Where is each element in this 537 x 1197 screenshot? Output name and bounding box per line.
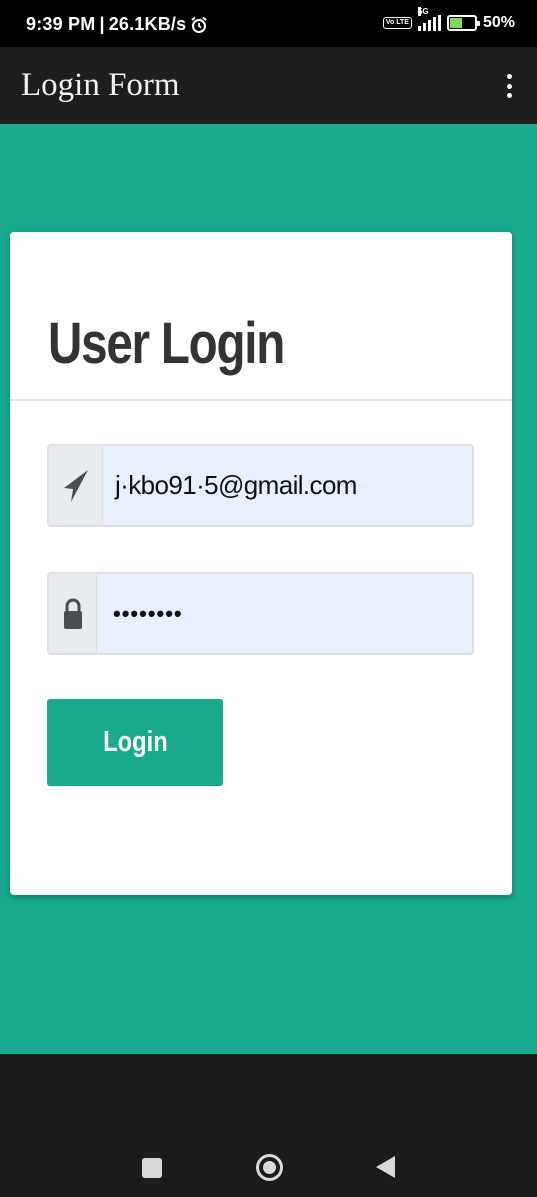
password-input[interactable]: ••••••••: [113, 574, 472, 653]
login-button[interactable]: Login: [47, 699, 223, 786]
system-nav-bar: [0, 1054, 537, 1197]
login-button-label: Login: [102, 726, 168, 758]
triangle-back-icon[interactable]: [376, 1156, 395, 1178]
password-value: ••••••••: [113, 600, 183, 626]
square-recents-icon[interactable]: [142, 1158, 162, 1178]
lock-icon: [63, 598, 82, 629]
login-heading: User Login: [48, 311, 285, 376]
volte-badge: Vo LTE: [382, 17, 412, 29]
email-value: j·kbo91·5@gmail.com: [115, 470, 357, 500]
login-card: User Login j·kbo91·5@gmail.com ••••••••: [10, 232, 512, 895]
paper-plane-icon: [63, 469, 88, 502]
status-right: Vo LTE 5G 50%: [382, 7, 515, 32]
network-type: 5G: [417, 7, 429, 16]
signal-icon: 5G: [417, 7, 441, 31]
divider: [10, 399, 512, 401]
status-separator: |: [99, 14, 105, 34]
alarm-clock-icon: [191, 16, 207, 33]
status-bar: 9:39 PM | 26.1KB/s Vo LTE 5G 50%: [0, 0, 537, 47]
battery-charging-icon: [446, 15, 480, 31]
email-field[interactable]: j·kbo91·5@gmail.com: [47, 444, 474, 527]
battery-percent: 50%: [482, 14, 515, 31]
email-input[interactable]: j·kbo91·5@gmail.com: [115, 446, 472, 525]
password-icon-box: [49, 574, 97, 653]
password-field[interactable]: ••••••••: [47, 572, 474, 655]
app-bar: Login Form: [0, 47, 537, 124]
status-net-speed: 26.1KB/s: [108, 14, 187, 34]
app-title: Login Form: [21, 67, 180, 103]
circle-home-icon[interactable]: [256, 1154, 283, 1181]
status-time: 9:39 PM: [26, 14, 96, 34]
overflow-menu-icon[interactable]: [499, 72, 519, 100]
content-area: User Login j·kbo91·5@gmail.com ••••••••: [0, 124, 537, 1054]
status-left: 9:39 PM | 26.1KB/s: [26, 14, 208, 35]
email-icon-box: [49, 446, 103, 525]
